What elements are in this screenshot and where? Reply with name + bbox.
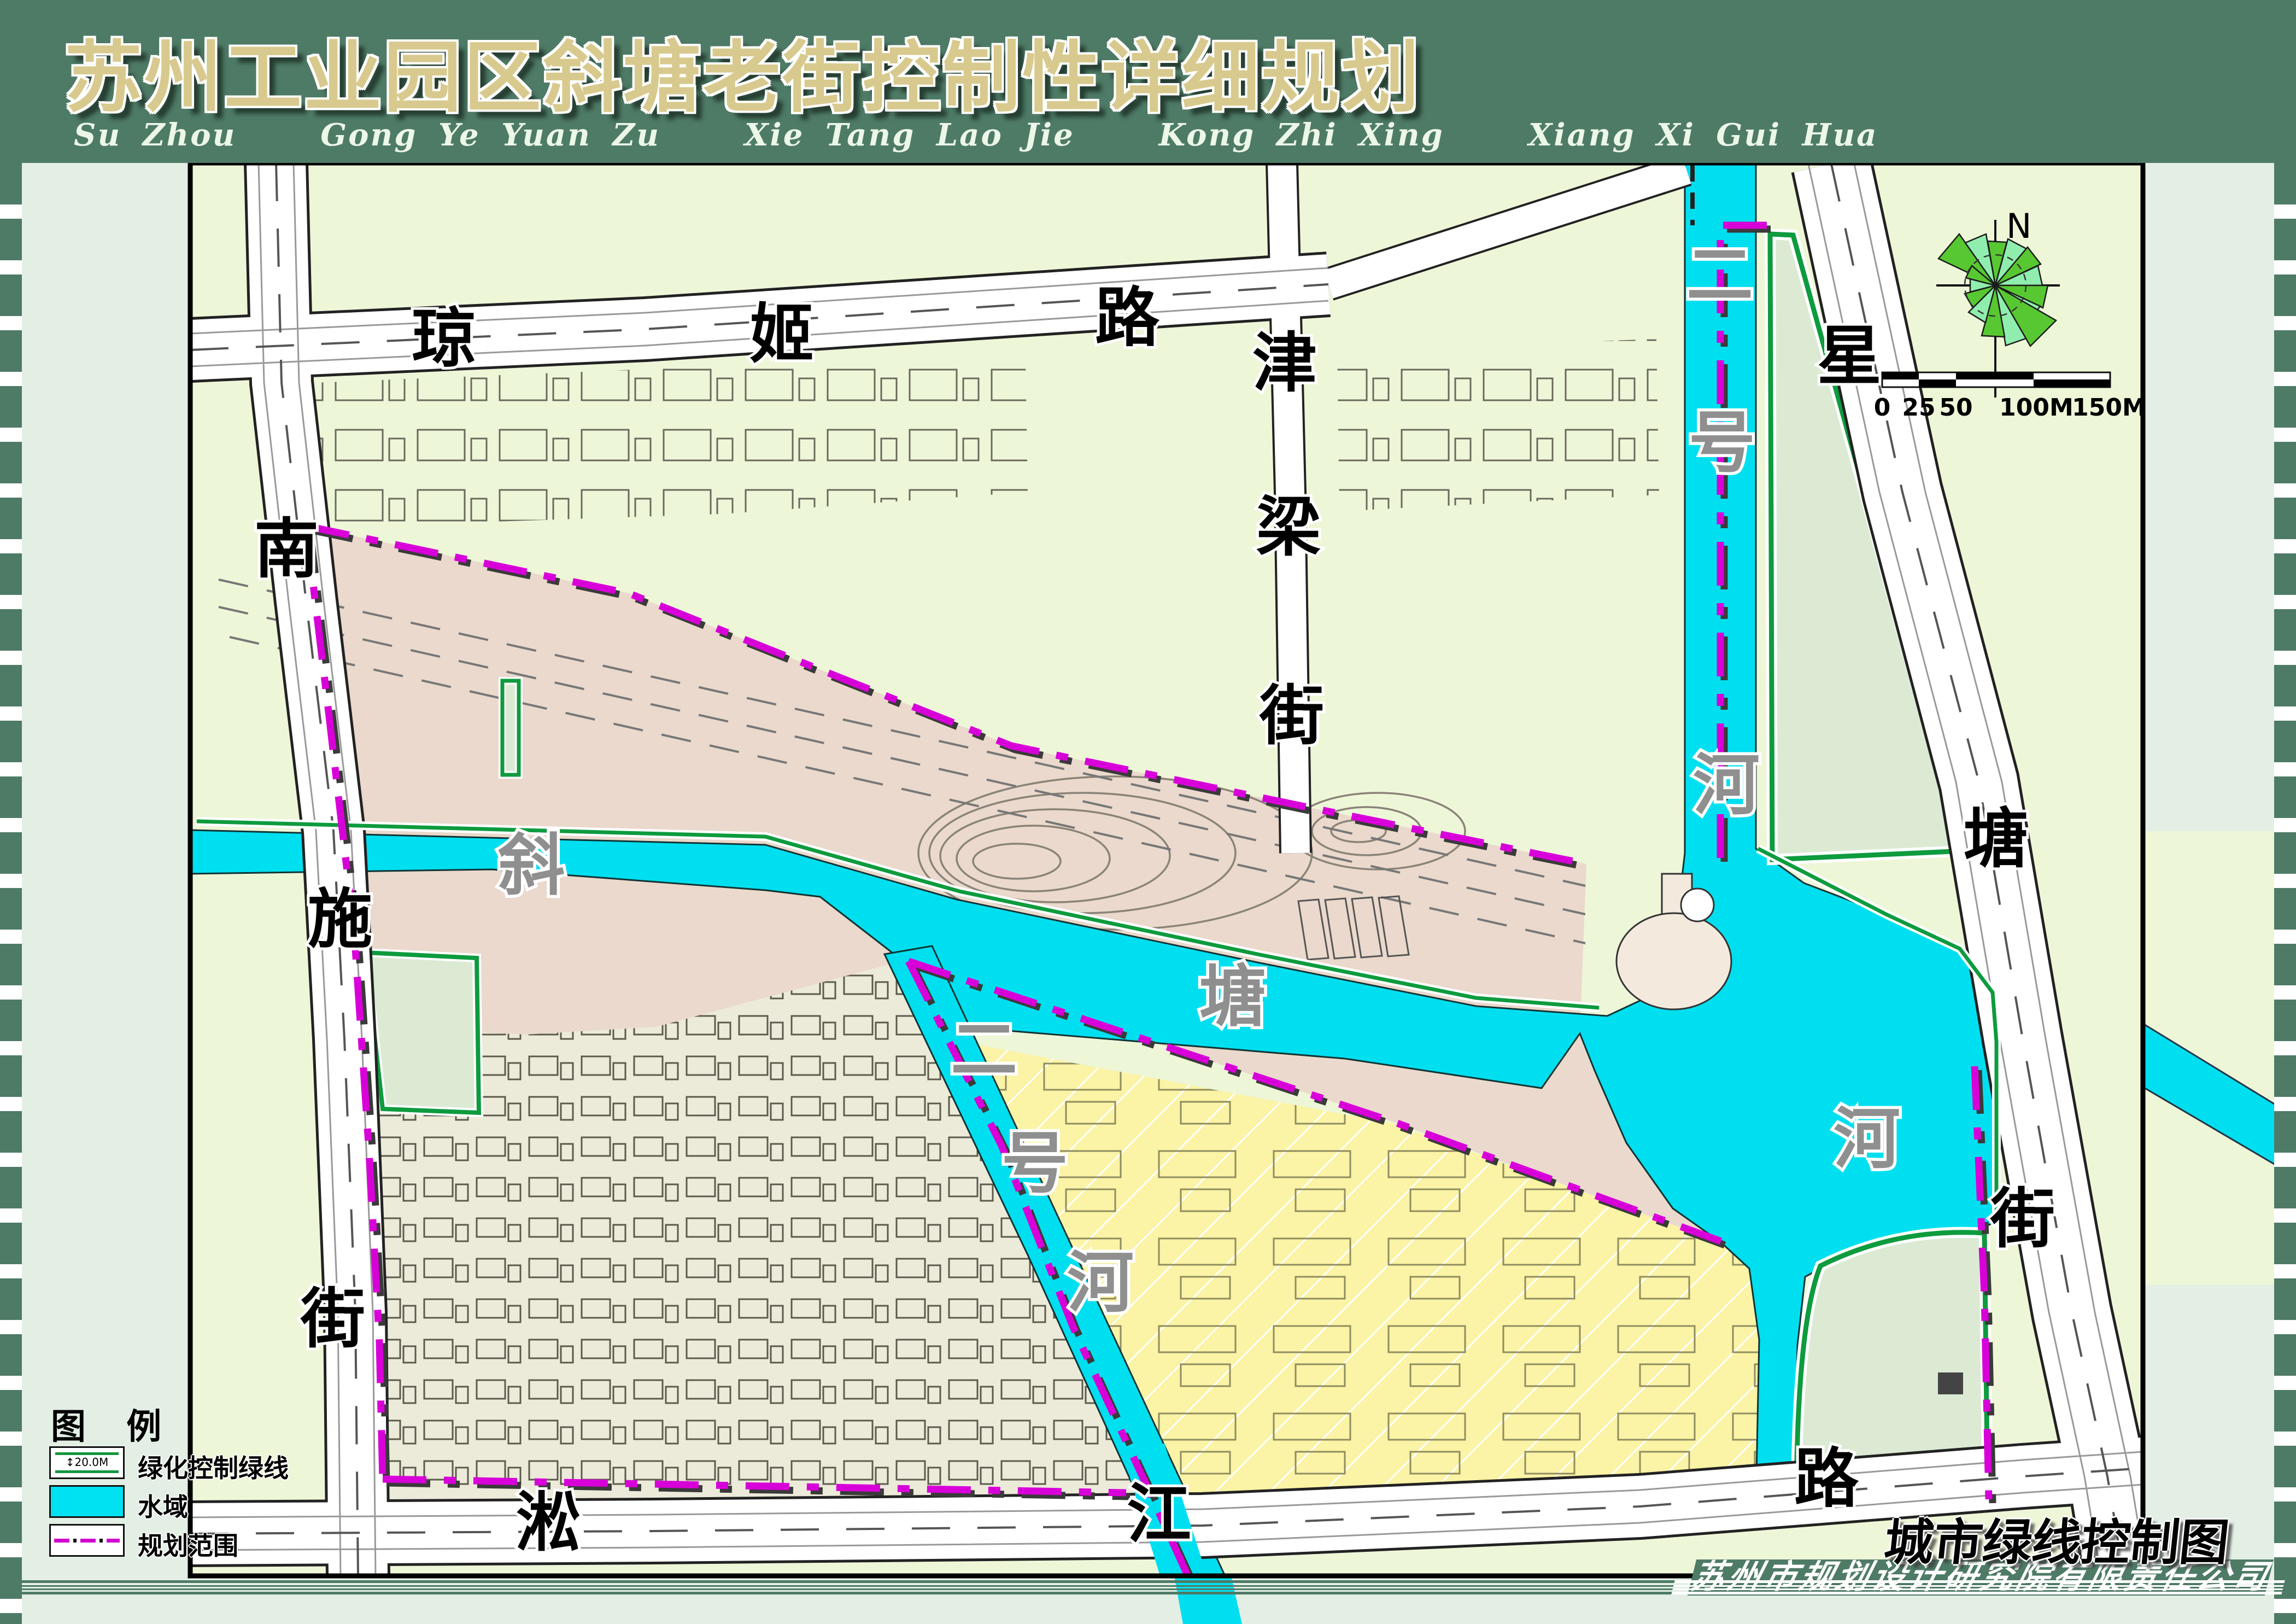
- greenline-width-note: ↕20.0M: [51, 1456, 123, 1469]
- svg-text:津: 津: [1252, 325, 1317, 401]
- svg-text:25: 25: [1902, 394, 1935, 422]
- svg-text:二: 二: [951, 1011, 1017, 1089]
- header-bar: 苏州工业园区斜塘老街控制性详细规划 Su Zhou Gong Ye Yuan Z…: [0, 0, 2296, 163]
- svg-text:塘: 塘: [1964, 801, 2028, 877]
- svg-text:二: 二: [1686, 236, 1753, 314]
- svg-text:100M: 100M: [1999, 394, 2074, 422]
- north-label: N: [2006, 206, 2031, 246]
- svg-text:150M: 150M: [2072, 394, 2146, 422]
- svg-text:淞: 淞: [516, 1485, 581, 1560]
- left-border-pattern: [0, 163, 22, 1624]
- map-sheet-title: 城市绿线控制图: [1881, 1503, 2233, 1574]
- svg-text:街: 街: [1259, 678, 1324, 753]
- svg-text:路: 路: [1095, 280, 1160, 355]
- svg-text:50: 50: [1939, 394, 1972, 422]
- water-swatch-icon: [49, 1485, 125, 1518]
- svg-text:施: 施: [308, 881, 372, 957]
- plan-sheet: 苏州工业园区斜塘老街控制性详细规划 Su Zhou Gong Ye Yuan Z…: [0, 0, 2296, 1624]
- boundary-swatch-icon: [49, 1524, 125, 1557]
- page-title: 苏州工业园区斜塘老街控制性详细规划: [65, 14, 1421, 127]
- svg-text:0: 0: [1874, 394, 1891, 422]
- map-drawing: 琼 姬 路 津 梁 街 南 施 街 星 塘 街 淞 江 路 斜 塘 河 二: [0, 0, 2296, 1624]
- svg-text:斜: 斜: [498, 827, 565, 904]
- greenline-swatch-icon: ↕20.0M: [49, 1446, 125, 1479]
- legend-title: 图 例: [51, 1399, 175, 1449]
- svg-text:街: 街: [300, 1281, 365, 1357]
- svg-text:河: 河: [1834, 1100, 1900, 1178]
- svg-text:号: 号: [1689, 404, 1755, 482]
- scale-bar: 0 25 50 100M 150M: [1874, 372, 2146, 422]
- svg-text:南: 南: [254, 511, 319, 587]
- page-subtitle-pinyin: Su Zhou Gong Ye Yuan Zu Xie Tang Lao Jie…: [74, 117, 1878, 153]
- svg-text:江: 江: [1127, 1476, 1191, 1552]
- svg-text:塘: 塘: [1199, 958, 1266, 1036]
- park-building: [1938, 1372, 1963, 1394]
- svg-text:街: 街: [1990, 1181, 2055, 1257]
- svg-text:姬: 姬: [749, 296, 814, 372]
- right-border-pattern: [2274, 163, 2296, 1624]
- svg-text:号: 号: [1001, 1125, 1068, 1202]
- svg-text:星: 星: [1817, 318, 1882, 394]
- svg-text:河: 河: [1693, 746, 1760, 824]
- svg-text:路: 路: [1794, 1441, 1859, 1516]
- svg-text:琼: 琼: [412, 301, 476, 376]
- svg-text:梁: 梁: [1256, 489, 1321, 565]
- housing-cluster-north: [1337, 339, 1659, 511]
- svg-text:河: 河: [1067, 1244, 1134, 1322]
